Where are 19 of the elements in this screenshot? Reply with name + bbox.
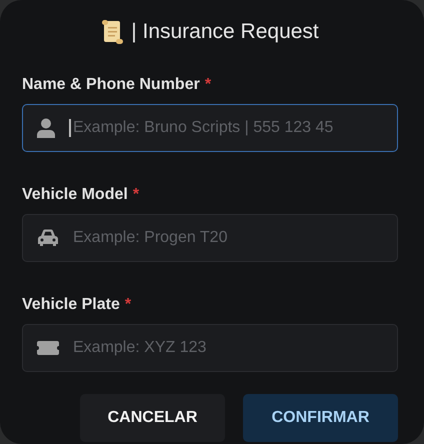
field-label: Vehicle Plate xyxy=(22,296,120,315)
text-input[interactable]: Example: XYZ 123 xyxy=(73,339,383,357)
scroll-icon xyxy=(101,20,124,44)
text-input[interactable]: Example: Progen T20 xyxy=(73,229,383,247)
person-icon xyxy=(37,118,55,138)
field-label: Vehicle Model xyxy=(22,186,128,205)
confirm-button[interactable]: CONFIRMAR xyxy=(243,394,398,442)
input-field[interactable]: Example: Bruno Scripts | 555 123 45 xyxy=(22,104,398,152)
text-input[interactable]: Example: Bruno Scripts | 555 123 45 xyxy=(69,119,383,137)
field-label: Name & Phone Number xyxy=(22,76,200,95)
input-field[interactable]: Example: Progen T20 xyxy=(22,214,398,262)
car-icon xyxy=(37,229,59,247)
ticket-icon xyxy=(37,341,59,355)
dialog-title: | Insurance Request xyxy=(131,20,319,44)
input-field[interactable]: Example: XYZ 123 xyxy=(22,324,398,372)
required-mark: * xyxy=(132,186,140,205)
required-mark: * xyxy=(204,76,212,95)
required-mark: * xyxy=(124,296,132,315)
cancel-button[interactable]: CANCELAR xyxy=(80,394,225,442)
